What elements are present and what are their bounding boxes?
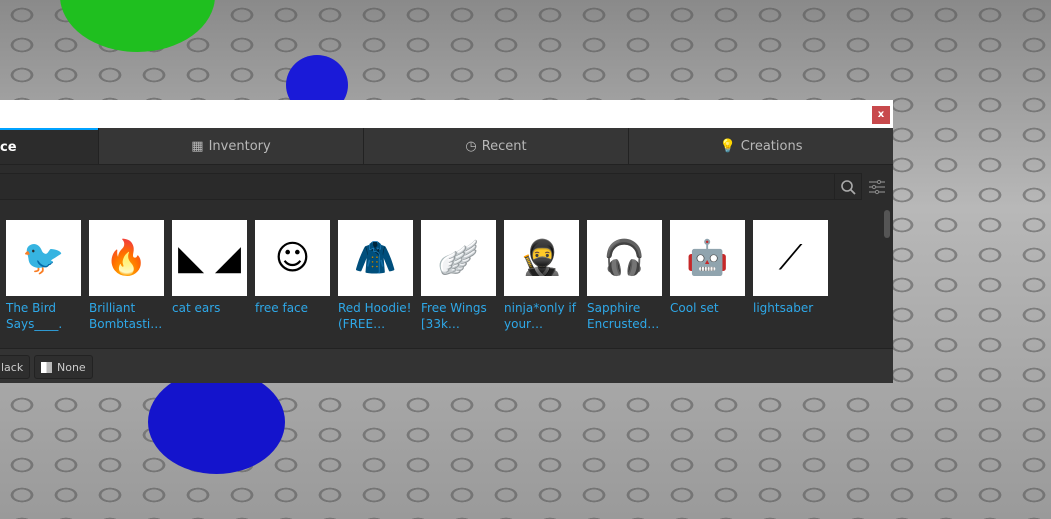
catalog-item[interactable]: 🎧 Sapphire Encrusted… — [587, 220, 662, 332]
item-thumbnail: ⟋ — [753, 220, 828, 296]
scrollbar[interactable] — [884, 210, 890, 238]
item-name: Cool set — [670, 301, 719, 315]
item-name: lightsaber — [753, 301, 814, 315]
none-button[interactable]: None — [34, 355, 93, 379]
item-thumbnail: 🥷 — [504, 220, 579, 296]
item-name: cat ears — [172, 301, 221, 315]
item-name: Free Wings [33k… — [421, 301, 487, 331]
catalog-item[interactable]: ☺ free face — [255, 220, 330, 316]
item-name: Red Hoodie! (FREE… — [338, 301, 412, 331]
tab-recent[interactable]: ◷ Recent — [363, 128, 628, 164]
item-name: Sapphire Encrusted… — [587, 301, 660, 331]
item-thumbnail: ☺ — [255, 220, 330, 296]
catalog-item[interactable]: ◣ ◢ cat ears — [172, 220, 247, 316]
tab-bar: ce ▦ Inventory ◷ Recent 💡 Creations — [0, 128, 893, 165]
color-bar: lack None — [0, 348, 893, 383]
tab-inventory[interactable]: ▦ Inventory — [98, 128, 363, 164]
item-name: ninja*only if your… — [504, 301, 576, 331]
tab-marketplace[interactable]: ce — [0, 128, 98, 164]
item-thumbnail: 🐦 — [6, 220, 81, 296]
search-icon — [841, 179, 856, 195]
catalog-item[interactable]: 🤖 Cool set — [670, 220, 745, 316]
item-name: free face — [255, 301, 309, 315]
blue-part — [148, 370, 285, 474]
avatar-editor-panel: x ce ▦ Inventory ◷ Recent 💡 Creations 🐦 The … — [0, 100, 893, 383]
catalog-item[interactable]: 🧥 Red Hoodie! (FREE… — [338, 220, 413, 332]
item-thumbnail: 🪽 — [421, 220, 496, 296]
item-thumbnail: 🎧 — [587, 220, 662, 296]
checker-icon — [41, 361, 52, 373]
catalog-item[interactable]: ⟋ lightsaber — [753, 220, 828, 316]
filter-sliders-icon[interactable] — [868, 178, 886, 196]
catalog-item[interactable]: 🥷 ninja*only if your… — [504, 220, 579, 332]
item-thumbnail: ◣ ◢ — [172, 220, 247, 296]
lightbulb-icon: 💡 — [719, 138, 736, 154]
search-input[interactable] — [0, 173, 862, 200]
item-grid: 🐦 The Bird Says____. 🔥 Brilliant Bombtasti…… — [0, 208, 880, 348]
item-name: Brilliant Bombtasti… — [89, 301, 163, 331]
item-name: The Bird Says____. — [6, 301, 63, 331]
item-thumbnail: 🧥 — [338, 220, 413, 296]
tab-creations[interactable]: 💡 Creations — [628, 128, 893, 164]
item-thumbnail: 🔥 — [89, 220, 164, 296]
close-button[interactable]: x — [872, 106, 890, 124]
search-button[interactable] — [834, 174, 861, 199]
catalog-item[interactable]: 🔥 Brilliant Bombtasti… — [89, 220, 164, 332]
title-bar: x — [0, 100, 893, 128]
catalog-item[interactable]: 🪽 Free Wings [33k… — [421, 220, 496, 332]
catalog-item[interactable]: 🐦 The Bird Says____. — [6, 220, 81, 332]
item-thumbnail: 🤖 — [670, 220, 745, 296]
inventory-grid-icon: ▦ — [191, 138, 204, 154]
black-button[interactable]: lack — [0, 355, 31, 379]
clock-icon: ◷ — [465, 138, 477, 154]
